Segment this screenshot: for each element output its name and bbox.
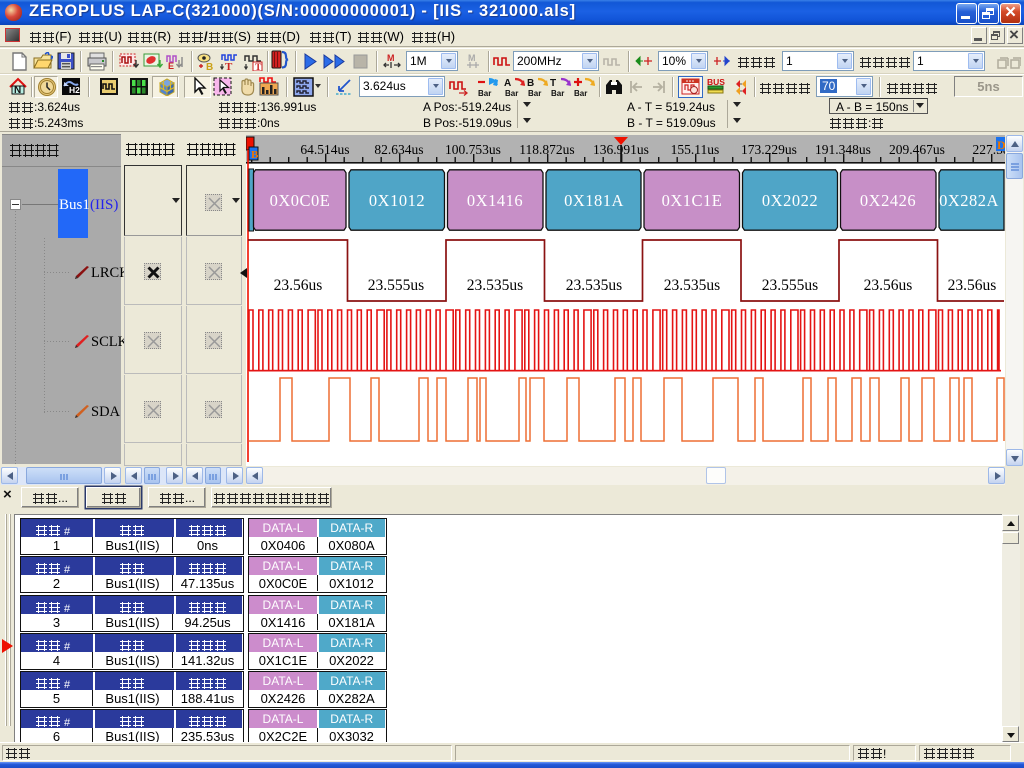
svg-text:23.535us: 23.535us	[664, 277, 720, 294]
svg-text:118.872us: 118.872us	[519, 142, 574, 157]
svg-text:Bar: Bar	[528, 89, 541, 97]
svg-text:Bar: Bar	[505, 89, 518, 97]
svg-text:T: T	[255, 63, 262, 71]
svg-text:0X282A: 0X282A	[939, 191, 999, 210]
svg-text:100.753us: 100.753us	[445, 142, 501, 157]
svg-text:M: M	[468, 53, 476, 63]
svg-text:Bar: Bar	[478, 89, 491, 97]
svg-text:23.555us: 23.555us	[368, 277, 424, 294]
svg-text:D: D	[997, 138, 1005, 152]
svg-text:0X2022: 0X2022	[762, 191, 818, 210]
svg-text:23.555us: 23.555us	[762, 277, 818, 294]
svg-text:T: T	[550, 78, 556, 89]
svg-text:B: B	[251, 149, 259, 161]
svg-text:23.535us: 23.535us	[566, 277, 622, 294]
svg-text:0X0C0E: 0X0C0E	[270, 191, 331, 210]
svg-text:Bar: Bar	[551, 89, 564, 97]
svg-text:155.11us: 155.11us	[671, 142, 720, 157]
svg-text:B: B	[527, 78, 534, 89]
svg-text:23.56us: 23.56us	[864, 277, 913, 294]
svg-text:209.467us: 209.467us	[889, 142, 945, 157]
svg-text:H2: H2	[69, 85, 80, 95]
svg-text:23.56us: 23.56us	[274, 277, 323, 294]
svg-text:T: T	[225, 61, 233, 71]
svg-text:0X181A: 0X181A	[564, 191, 624, 210]
svg-text:191.348us: 191.348us	[815, 142, 871, 157]
svg-text:0X2426: 0X2426	[860, 191, 916, 210]
svg-text:0X1012: 0X1012	[369, 191, 425, 210]
svg-text:0X1C1E: 0X1C1E	[662, 191, 723, 210]
svg-text:64.514us: 64.514us	[300, 142, 349, 157]
svg-text:E: E	[168, 61, 174, 71]
svg-text:A: A	[504, 78, 511, 89]
svg-text:N: N	[14, 85, 21, 96]
svg-text:M: M	[387, 53, 395, 63]
svg-text:23.56us: 23.56us	[948, 277, 997, 294]
svg-text:0X1416: 0X1416	[467, 191, 523, 210]
svg-text:173.229us: 173.229us	[741, 142, 797, 157]
svg-text:B: B	[206, 62, 213, 71]
svg-text:23.535us: 23.535us	[467, 277, 523, 294]
svg-text:82.634us: 82.634us	[374, 142, 423, 157]
svg-text:Bar: Bar	[574, 89, 587, 97]
